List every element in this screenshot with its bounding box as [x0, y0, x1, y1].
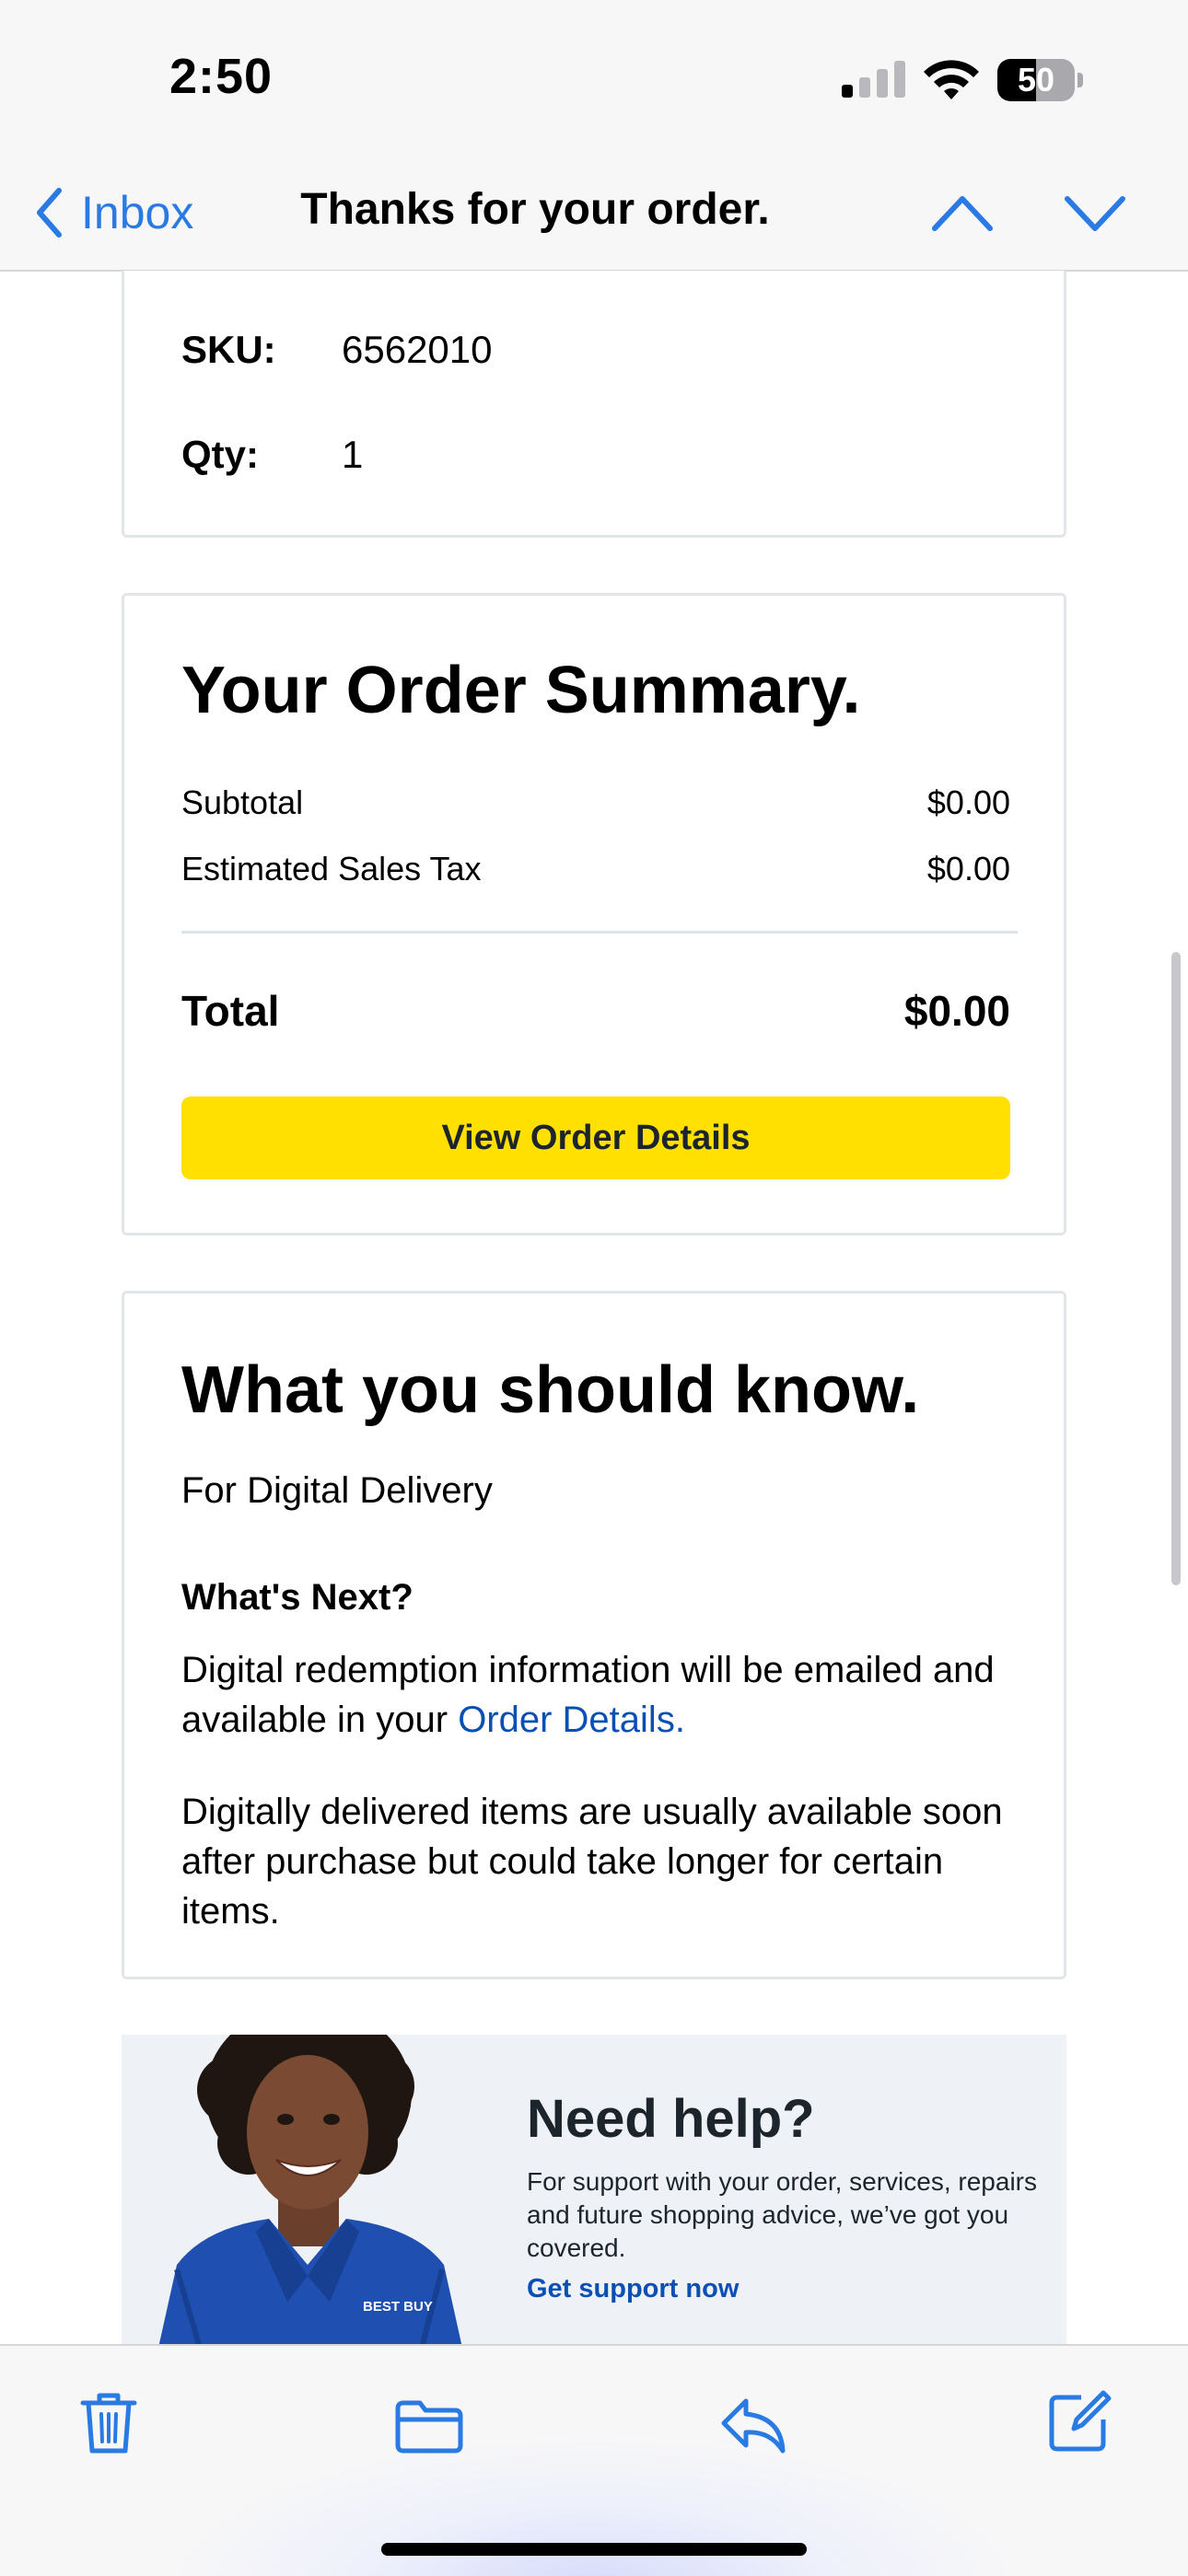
whats-next-heading: What's Next?	[181, 1577, 413, 1618]
bottom-toolbar	[0, 2344, 1188, 2576]
scrollbar[interactable]	[1171, 952, 1181, 1585]
sku-value: 6562010	[342, 328, 493, 371]
chevron-left-icon	[37, 188, 62, 238]
summary-title: Your Order Summary.	[181, 654, 861, 727]
item-card: SKU: 6562010 Qty: 1	[122, 271, 1066, 538]
home-indicator[interactable]	[381, 2543, 807, 2556]
need-help-banner[interactable]: BEST BUY Need help? For support with you…	[122, 2035, 1066, 2348]
trash-icon[interactable]	[79, 2390, 138, 2456]
total-label: Total	[181, 987, 280, 1035]
know-subtitle: For Digital Delivery	[181, 1470, 493, 1511]
qty-value: 1	[342, 433, 364, 476]
help-text: For support with your order, services, r…	[527, 2167, 1037, 2262]
battery-percent: 50	[1017, 61, 1055, 99]
folder-icon[interactable]	[394, 2399, 464, 2454]
delivery-paragraph: Digitally delivered items are usually av…	[181, 1792, 1003, 1932]
reply-icon[interactable]	[718, 2396, 788, 2454]
help-title: Need help?	[527, 2089, 815, 2149]
total-value: $0.00	[903, 987, 1010, 1035]
status-bar: 2:50 50	[0, 0, 1188, 157]
what-you-should-know-card: What you should know. For Digital Delive…	[122, 1291, 1066, 1979]
compose-icon[interactable]	[1046, 2388, 1112, 2454]
tax-value: $0.00	[926, 850, 1010, 888]
cellular-signal-icon	[842, 61, 906, 98]
get-support-now-link[interactable]: Get support now	[527, 2274, 739, 2304]
tax-label: Estimated Sales Tax	[181, 850, 482, 888]
battery-icon: 50	[997, 59, 1083, 101]
back-to-inbox-button[interactable]: Inbox	[35, 180, 193, 245]
know-title: What you should know.	[181, 1353, 920, 1427]
wifi-icon	[924, 60, 979, 99]
status-time: 2:50	[169, 49, 274, 104]
summary-divider	[181, 931, 1018, 934]
redemption-paragraph: Digital redemption information will be e…	[181, 1650, 995, 1740]
order-summary-card: Your Order Summary. Subtotal $0.00 Estim…	[122, 593, 1066, 1236]
shirt-logo: BEST BUY	[363, 2299, 433, 2315]
subtotal-label: Subtotal	[181, 783, 304, 821]
view-order-details-button[interactable]: View Order Details	[181, 1097, 1010, 1179]
subtotal-row: Subtotal $0.00	[181, 783, 1010, 822]
back-label: Inbox	[81, 187, 194, 238]
sku-label: SKU:	[181, 328, 276, 371]
tax-row: Estimated Sales Tax $0.00	[181, 850, 1010, 888]
subtotal-value: $0.00	[926, 783, 1010, 821]
previous-message-chevron-up-icon[interactable]	[930, 190, 995, 236]
qty-label: Qty:	[181, 433, 259, 476]
total-row: Total $0.00	[181, 986, 1010, 1036]
nav-bar: Inbox Thanks for your order.	[0, 157, 1188, 272]
order-details-link[interactable]: Order Details	[458, 1700, 675, 1740]
next-message-chevron-down-icon[interactable]	[1063, 190, 1127, 236]
